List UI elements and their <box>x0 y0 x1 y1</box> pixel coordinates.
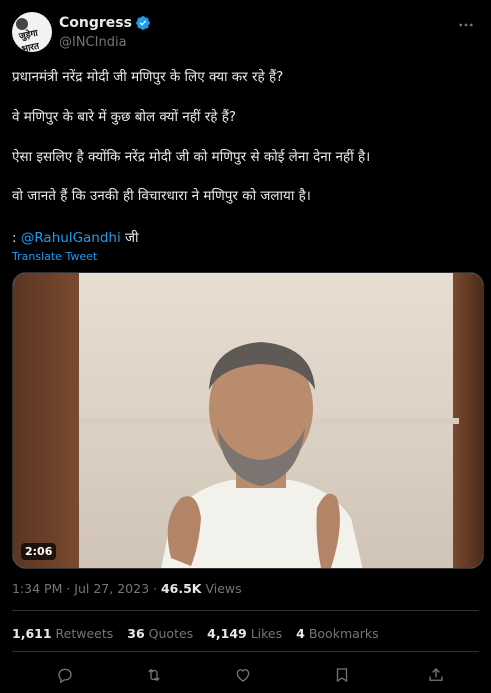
verified-badge-icon <box>136 16 150 30</box>
credit-prefix: : <box>12 230 21 246</box>
meta-separator: · <box>149 581 161 596</box>
tweet-text-line: वो जानते हैं कि उनकी ही विचारधारा ने मणि… <box>12 188 311 204</box>
tweet-stats: 1,611 Retweets 36 Quotes 4,149 Likes 4 B… <box>12 626 379 641</box>
likes-stat[interactable]: 4,149 Likes <box>207 626 282 641</box>
video-door-left <box>13 273 79 568</box>
tweet-text-line: ऐसा इसलिए है क्योंकि नरेंद्र मोदी जी को … <box>12 149 371 165</box>
credit-suffix: जी <box>120 230 139 246</box>
bookmark-icon[interactable] <box>331 664 353 686</box>
divider <box>12 651 479 652</box>
quotes-stat[interactable]: 36 Quotes <box>127 626 193 641</box>
reply-icon[interactable] <box>54 664 76 686</box>
divider <box>12 610 479 611</box>
bookmarks-stat[interactable]: 4 Bookmarks <box>296 626 379 641</box>
video-duration: 2:06 <box>21 543 57 560</box>
more-icon[interactable] <box>455 14 477 36</box>
share-icon[interactable] <box>425 664 447 686</box>
translate-tweet-link[interactable]: Translate Tweet <box>12 250 97 263</box>
tweet-text-line: वे मणिपुर के बारे में कुछ बोल क्यों नहीं… <box>12 109 237 125</box>
tweet-time[interactable]: 1:34 PM <box>12 581 62 596</box>
avatar[interactable]: जुड़ेगा भारत <box>12 12 52 52</box>
tweet-date[interactable]: Jul 27, 2023 <box>74 581 149 596</box>
tweet-meta: 1:34 PM · Jul 27, 2023 · 46.5K Views <box>12 581 242 596</box>
author-name-row: Congress <box>59 15 151 31</box>
tweet-text-line: प्रधानमंत्री नरेंद्र मोदी जी मणिपुर के ल… <box>12 69 284 85</box>
avatar-text: जुड़ेगा भारत <box>18 28 41 52</box>
author-name[interactable]: Congress <box>59 15 132 31</box>
action-bar <box>12 664 479 686</box>
views-label: Views <box>201 581 242 596</box>
like-icon[interactable] <box>232 664 254 686</box>
retweets-stat[interactable]: 1,611 Retweets <box>12 626 113 641</box>
mention-link[interactable]: @RahulGandhi <box>21 230 121 246</box>
author-handle[interactable]: @INCIndia <box>59 35 127 50</box>
tweet-credit: : @RahulGandhi जी <box>12 228 139 246</box>
meta-separator: · <box>62 581 75 596</box>
video-person-figure <box>161 342 363 568</box>
tweet-header: जुड़ेगा भारत Congress @INCIndia <box>12 12 479 52</box>
views-count: 46.5K <box>160 581 202 596</box>
video-player[interactable]: 2:06 <box>12 272 484 569</box>
retweet-icon[interactable] <box>143 664 165 686</box>
